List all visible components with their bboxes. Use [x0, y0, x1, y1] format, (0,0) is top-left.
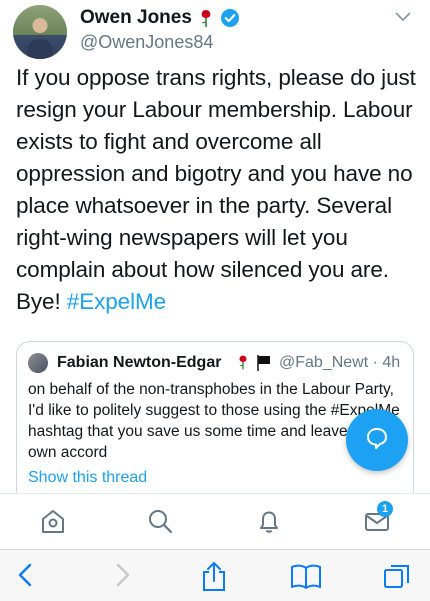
speech-bubble-icon	[364, 425, 390, 456]
tweet-text: If you oppose trans rights, please do ju…	[16, 62, 420, 318]
home-icon[interactable]	[38, 506, 68, 541]
red-rose-icon	[196, 8, 216, 33]
quoted-author-handle: @Fab_Newt	[279, 354, 369, 371]
black-flag-icon	[255, 354, 273, 377]
author-handle[interactable]: @OwenJones84	[80, 31, 213, 53]
author-avatar[interactable]	[13, 5, 67, 59]
tweet-body: If you oppose trans rights, please do ju…	[16, 65, 416, 314]
separator-dot: ·	[372, 354, 378, 371]
verified-badge-icon	[220, 8, 240, 33]
chevron-down-icon[interactable]	[394, 10, 412, 28]
quoted-time: 4h	[382, 354, 401, 371]
author-name[interactable]: Owen Jones	[80, 6, 192, 30]
tab-bar	[0, 493, 430, 550]
quoted-author-handle-line: @Fab_Newt · 4h	[279, 353, 400, 373]
back-icon[interactable]	[14, 561, 38, 594]
quoted-author-avatar	[28, 353, 48, 373]
bookmarks-icon[interactable]	[290, 561, 322, 596]
tabs-icon[interactable]	[382, 561, 412, 596]
forward-icon[interactable]	[110, 561, 134, 594]
compose-button[interactable]	[346, 409, 408, 471]
messages-badge: 1	[377, 501, 393, 517]
quoted-author-name: Fabian Newton-Edgar	[57, 354, 222, 371]
notifications-icon[interactable]	[254, 506, 284, 541]
show-thread-link[interactable]: Show this thread	[28, 468, 147, 488]
search-icon[interactable]	[145, 506, 175, 541]
hashtag-link[interactable]: #ExpelMe	[67, 289, 166, 314]
share-icon[interactable]	[200, 561, 228, 598]
red-rose-icon	[235, 353, 251, 376]
browser-toolbar	[0, 549, 430, 601]
